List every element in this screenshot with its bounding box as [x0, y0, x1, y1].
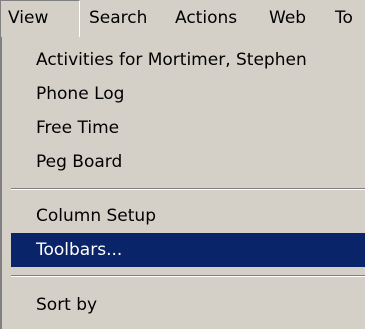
menu-item-free-time[interactable]: Free Time: [11, 111, 365, 145]
menu-item-phone-log[interactable]: Phone Log: [11, 77, 365, 111]
view-dropdown-menu: Activities for Mortimer, Stephen Phone L…: [0, 37, 365, 329]
menu-tools[interactable]: To: [328, 0, 365, 37]
menu-web[interactable]: Web: [262, 0, 324, 37]
menu-separator: [11, 188, 365, 190]
menu-item-column-setup[interactable]: Column Setup: [11, 199, 365, 233]
screen: View Search Actions Web To Activities fo…: [0, 0, 365, 329]
menu-item-peg-board[interactable]: Peg Board: [11, 145, 365, 179]
menu-actions[interactable]: Actions: [168, 0, 258, 37]
menu-search[interactable]: Search: [82, 0, 164, 37]
menu-view[interactable]: View: [0, 0, 80, 37]
menu-item-activities[interactable]: Activities for Mortimer, Stephen: [11, 43, 365, 77]
menu-item-toolbars[interactable]: Toolbars...: [11, 233, 365, 267]
menu-bar: View Search Actions Web To: [0, 0, 365, 37]
menu-separator: [11, 275, 365, 277]
menu-item-sort-by[interactable]: Sort by: [11, 288, 365, 322]
